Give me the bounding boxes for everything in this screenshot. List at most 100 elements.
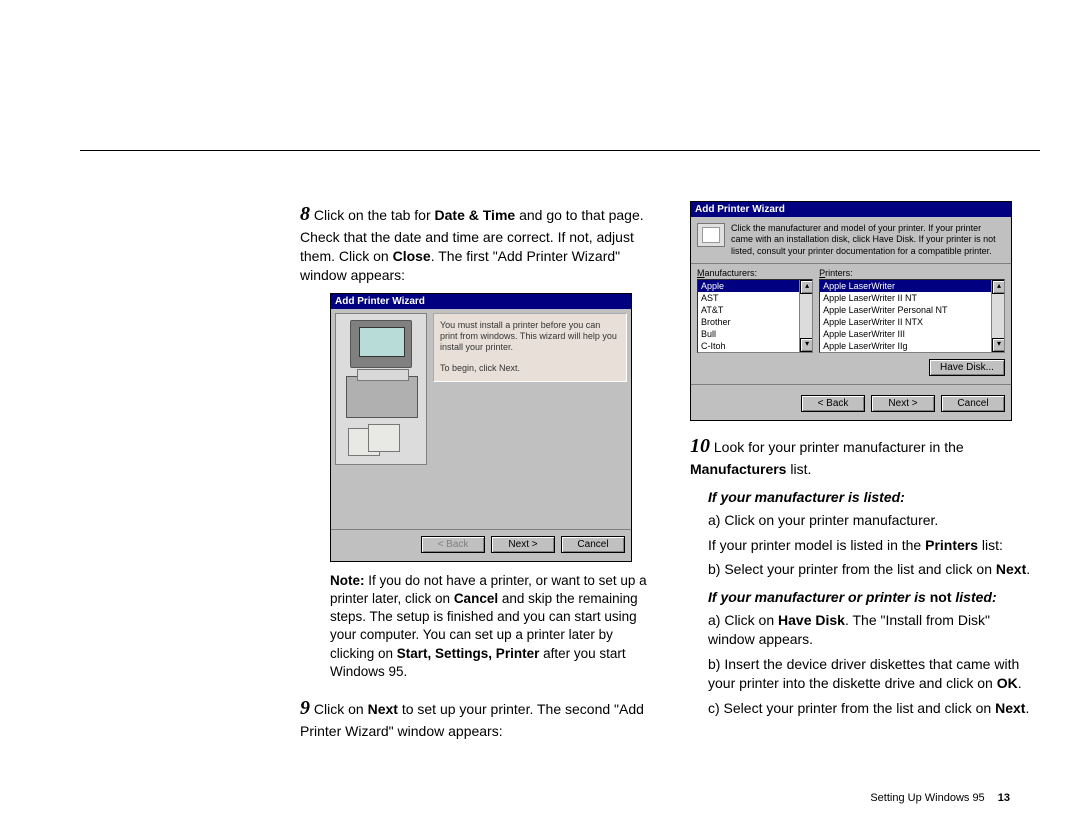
wizard-illustration [335, 313, 427, 465]
footer-section: Setting Up Windows 95 [870, 792, 984, 804]
mid-a: If your printer model is listed in the [708, 537, 925, 553]
nc-a: c) Select your printer from the list and… [708, 700, 995, 716]
heading-if-listed: If your manufacturer is listed: [708, 489, 1040, 505]
na-a: a) Click on [708, 612, 778, 628]
list-item[interactable]: Apple LaserWriter IIg [820, 340, 1004, 352]
note-paragraph: Note: If you do not have a printer, or w… [330, 572, 650, 681]
b-a: b) Select your printer from the list and… [708, 561, 996, 577]
have-disk-row: Have Disk... [691, 355, 1011, 385]
scroll-up-icon[interactable]: ▴ [800, 280, 813, 294]
dialog2-instruction: Click the manufacturer and model of your… [731, 223, 1005, 257]
step9-bold1: Next [368, 701, 398, 717]
nb-a: b) Insert the device driver diskettes th… [708, 656, 1019, 691]
step-8-number: 8 [300, 203, 310, 225]
dialog1-titlebar: Add Printer Wizard [331, 294, 631, 309]
step10-a: Look for your printer manufacturer in th… [710, 439, 964, 455]
manufacturers-column: Manufacturers: AppleASTAT&TBrotherBullC-… [697, 268, 813, 353]
cancel-button[interactable]: Cancel [941, 395, 1005, 412]
step9-a: Click on [310, 701, 368, 717]
next-button[interactable]: Next > [491, 536, 555, 553]
nc-b: . [1025, 700, 1029, 716]
list-item[interactable]: Apple LaserWriter Plus [820, 352, 1004, 353]
two-column-layout: 8 Click on the tab for Date & Time and g… [80, 201, 1040, 749]
horizontal-rule [80, 150, 1040, 151]
add-printer-wizard-dialog-1: Add Printer Wizard You must install a pr… [330, 293, 632, 562]
step8-bold1: Date & Time [435, 207, 516, 223]
step-10-paragraph: 10 Look for your printer manufacturer in… [690, 433, 1040, 479]
dialog1-body: You must install a printer before you ca… [331, 309, 631, 469]
footer-page-number: 13 [998, 792, 1010, 804]
mid-bold: Printers [925, 537, 978, 553]
listed-a: a) Click on your printer manufacturer. [708, 511, 1040, 530]
dialog2-buttons: < Back Next > Cancel [691, 385, 1011, 420]
notlisted-c: c) Select your printer from the list and… [708, 699, 1040, 718]
list-item[interactable]: Apple LaserWriter Personal NT [820, 304, 1004, 316]
b-b: . [1026, 561, 1030, 577]
dialog2-instruction-row: Click the manufacturer and model of your… [691, 217, 1011, 264]
list-item[interactable]: Apple LaserWriter [820, 280, 1004, 292]
notlisted-a: a) Click on Have Disk. The "Install from… [708, 611, 1040, 649]
left-column: 8 Click on the tab for Date & Time and g… [300, 201, 650, 749]
list-item[interactable]: Apple LaserWriter II NT [820, 292, 1004, 304]
list-item[interactable]: Brother [698, 316, 812, 328]
nb-b: . [1018, 675, 1022, 691]
dialog1-msg1: You must install a printer before you ca… [440, 320, 617, 353]
na-bold: Have Disk [778, 612, 845, 628]
listed-mid: If your printer model is listed in the P… [708, 536, 1040, 555]
hnl-c: listed: [951, 589, 996, 605]
step10-bold1: Manufacturers [690, 461, 786, 477]
prn-label-rest: rinters: [825, 268, 853, 278]
add-printer-wizard-dialog-2: Add Printer Wizard Click the manufacture… [690, 201, 1012, 421]
dialog2-titlebar: Add Printer Wizard [691, 202, 1011, 217]
manufacturers-label: Manufacturers: [697, 268, 813, 278]
step10-b: list. [786, 461, 811, 477]
mfr-label-rest: anufacturers: [705, 268, 758, 278]
step-10-number: 10 [690, 435, 710, 457]
scroll-down-icon[interactable]: ▾ [800, 338, 813, 352]
right-column: Add Printer Wizard Click the manufacture… [690, 201, 1040, 749]
cancel-button[interactable]: Cancel [561, 536, 625, 553]
have-disk-button[interactable]: Have Disk... [929, 359, 1005, 376]
dialog1-msg2: To begin, click Next. [440, 363, 620, 374]
hnl-a: If your manufacturer or printer is [708, 589, 930, 605]
scrollbar[interactable]: ▴▾ [799, 280, 812, 352]
step8-bold2: Close [393, 248, 431, 264]
note-label: Note: [330, 573, 365, 588]
monitor-icon [350, 320, 412, 368]
manufacturers-listbox[interactable]: AppleASTAT&TBrotherBullC-ItohCanon▴▾ [697, 279, 813, 353]
page-content: 8 Click on the tab for Date & Time and g… [80, 150, 1040, 749]
list-item[interactable]: Apple [698, 280, 812, 292]
list-item[interactable]: AT&T [698, 304, 812, 316]
step-8-paragraph: 8 Click on the tab for Date & Time and g… [300, 201, 650, 285]
list-item[interactable]: C-Itoh [698, 340, 812, 352]
list-item[interactable]: Apple LaserWriter III [820, 328, 1004, 340]
back-button[interactable]: < Back [801, 395, 865, 412]
next-button[interactable]: Next > [871, 395, 935, 412]
printers-label: Printers: [819, 268, 1005, 278]
printer-icon [346, 376, 418, 418]
step-9-paragraph: 9 Click on Next to set up your printer. … [300, 695, 650, 741]
note-bold1: Cancel [454, 591, 498, 606]
dialog1-spacer [331, 469, 631, 529]
note-bold2: Start, Settings, Printer [397, 646, 540, 661]
nc-bold: Next [995, 700, 1025, 716]
printers-listbox[interactable]: Apple LaserWriterApple LaserWriter II NT… [819, 279, 1005, 353]
dialog1-message: You must install a printer before you ca… [433, 313, 627, 382]
nb-bold: OK [997, 675, 1018, 691]
back-button[interactable]: < Back [421, 536, 485, 553]
mid-b: list: [978, 537, 1003, 553]
heading-if-not-listed: If your manufacturer or printer is not l… [708, 589, 1040, 605]
scroll-down-icon[interactable]: ▾ [992, 338, 1005, 352]
list-item[interactable]: AST [698, 292, 812, 304]
printer-doc-icon [697, 223, 725, 247]
scroll-up-icon[interactable]: ▴ [992, 280, 1005, 294]
listed-b: b) Select your printer from the list and… [708, 560, 1040, 579]
notlisted-b: b) Insert the device driver diskettes th… [708, 655, 1040, 693]
list-item[interactable]: Bull [698, 328, 812, 340]
step-9-number: 9 [300, 697, 310, 719]
page-footer: Setting Up Windows 95 13 [870, 792, 1010, 804]
list-item[interactable]: Canon [698, 352, 812, 353]
step8-a: Click on the tab for [310, 207, 435, 223]
list-item[interactable]: Apple LaserWriter II NTX [820, 316, 1004, 328]
scrollbar[interactable]: ▴▾ [991, 280, 1004, 352]
